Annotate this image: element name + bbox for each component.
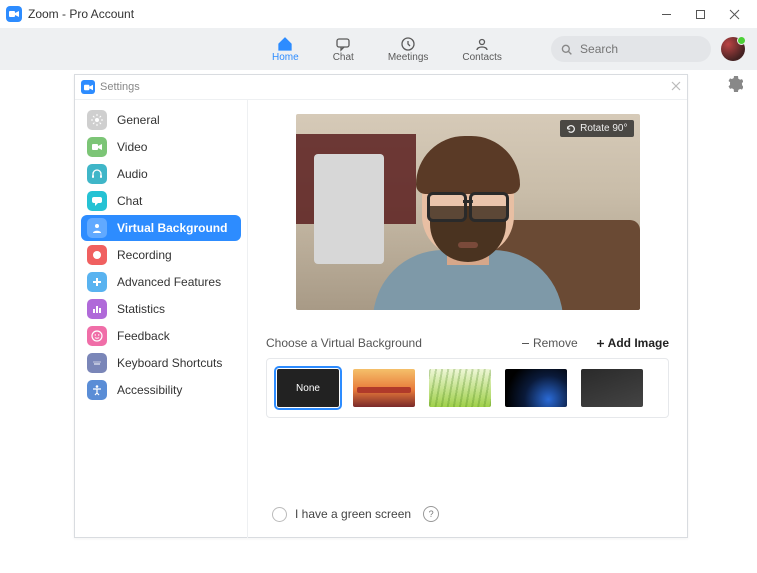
nav-label: Home	[272, 52, 299, 63]
sidebar-item-label: Recording	[117, 248, 172, 262]
zoom-app-icon	[81, 80, 95, 94]
clock-icon	[400, 36, 416, 52]
profile-avatar[interactable]	[721, 37, 745, 61]
sidebar-item-advanced[interactable]: Advanced Features	[81, 269, 241, 295]
sidebar-item-label: Statistics	[117, 302, 165, 316]
minus-icon	[521, 339, 530, 348]
stats-icon	[87, 299, 107, 319]
vb-option-none[interactable]: None	[277, 369, 339, 407]
nav-contacts[interactable]: Contacts	[462, 36, 501, 63]
search-box[interactable]	[551, 36, 711, 62]
sidebar-item-label: General	[117, 113, 160, 127]
maximize-button[interactable]	[683, 0, 717, 28]
remove-image-button[interactable]: Remove	[521, 336, 578, 350]
nav-meetings[interactable]: Meetings	[388, 36, 429, 63]
green-screen-label: I have a green screen	[295, 507, 411, 521]
vb-option-bridge[interactable]	[353, 369, 415, 407]
window-titlebar: Zoom - Pro Account	[0, 0, 757, 28]
sidebar-item-chat[interactable]: Chat	[81, 188, 241, 214]
nav-chat[interactable]: Chat	[333, 36, 354, 63]
settings-window: Settings General Video Audio Chat Virtua…	[74, 74, 688, 538]
settings-gear-icon[interactable]	[727, 76, 743, 95]
keyboard-icon	[87, 353, 107, 373]
plus-icon	[87, 272, 107, 292]
settings-title-text: Settings	[100, 81, 140, 93]
sidebar-item-label: Keyboard Shortcuts	[117, 356, 222, 370]
vb-section-header: Choose a Virtual Background Remove Add I…	[266, 336, 669, 350]
sidebar-item-statistics[interactable]: Statistics	[81, 296, 241, 322]
vb-thumbnails: None	[266, 358, 669, 418]
vb-option-custom[interactable]	[581, 369, 643, 407]
plus-icon	[596, 339, 605, 348]
chat-icon	[335, 36, 351, 52]
sidebar-item-shortcuts[interactable]: Keyboard Shortcuts	[81, 350, 241, 376]
sidebar-item-video[interactable]: Video	[81, 134, 241, 160]
smile-icon	[87, 326, 107, 346]
nav-label: Meetings	[388, 52, 429, 63]
rotate-label: Rotate 90°	[580, 123, 627, 134]
sidebar-item-general[interactable]: General	[81, 107, 241, 133]
video-icon	[87, 137, 107, 157]
sidebar-item-accessibility[interactable]: Accessibility	[81, 377, 241, 403]
vb-footer: I have a green screen ?	[272, 506, 669, 528]
settings-close-button[interactable]	[671, 81, 681, 94]
accessibility-icon	[87, 380, 107, 400]
rotate-icon	[566, 124, 576, 134]
close-button[interactable]	[717, 0, 751, 28]
minimize-button[interactable]	[649, 0, 683, 28]
nav-label: Contacts	[462, 52, 501, 63]
vb-option-grass[interactable]	[429, 369, 491, 407]
sidebar-item-label: Video	[117, 140, 147, 154]
record-icon	[87, 245, 107, 265]
settings-titlebar: Settings	[75, 75, 687, 100]
sidebar-item-audio[interactable]: Audio	[81, 161, 241, 187]
sidebar-item-virtual-background[interactable]: Virtual Background	[81, 215, 241, 241]
rotate-button[interactable]: Rotate 90°	[560, 120, 633, 137]
contacts-icon	[474, 36, 490, 52]
sidebar-item-label: Accessibility	[117, 383, 182, 397]
headphones-icon	[87, 164, 107, 184]
video-preview: Rotate 90°	[296, 114, 640, 310]
main-topbar: Home Chat Meetings Contacts	[0, 28, 757, 70]
help-icon[interactable]: ?	[423, 506, 439, 522]
home-icon	[277, 36, 293, 52]
choose-vb-label: Choose a Virtual Background	[266, 336, 422, 350]
sidebar-item-label: Virtual Background	[117, 221, 227, 235]
nav-label: Chat	[333, 52, 354, 63]
add-image-button[interactable]: Add Image	[596, 336, 669, 350]
settings-content: Rotate 90° Choose a Virtual Background R…	[248, 100, 687, 538]
search-icon	[561, 43, 572, 56]
vb-option-earth[interactable]	[505, 369, 567, 407]
zoom-app-icon	[6, 6, 22, 22]
person-icon	[87, 218, 107, 238]
green-screen-checkbox[interactable]	[272, 507, 287, 522]
gear-icon	[87, 110, 107, 130]
settings-sidebar: General Video Audio Chat Virtual Backgro…	[75, 100, 248, 538]
main-nav: Home Chat Meetings Contacts	[272, 36, 502, 63]
sidebar-item-feedback[interactable]: Feedback	[81, 323, 241, 349]
nav-home[interactable]: Home	[272, 36, 299, 63]
sidebar-item-label: Advanced Features	[117, 275, 221, 289]
search-input[interactable]	[578, 41, 701, 57]
window-title: Zoom - Pro Account	[28, 7, 134, 21]
sidebar-item-label: Chat	[117, 194, 142, 208]
preview-person	[368, 120, 568, 310]
sidebar-item-label: Feedback	[117, 329, 170, 343]
sidebar-item-recording[interactable]: Recording	[81, 242, 241, 268]
sidebar-item-label: Audio	[117, 167, 148, 181]
chat-icon	[87, 191, 107, 211]
